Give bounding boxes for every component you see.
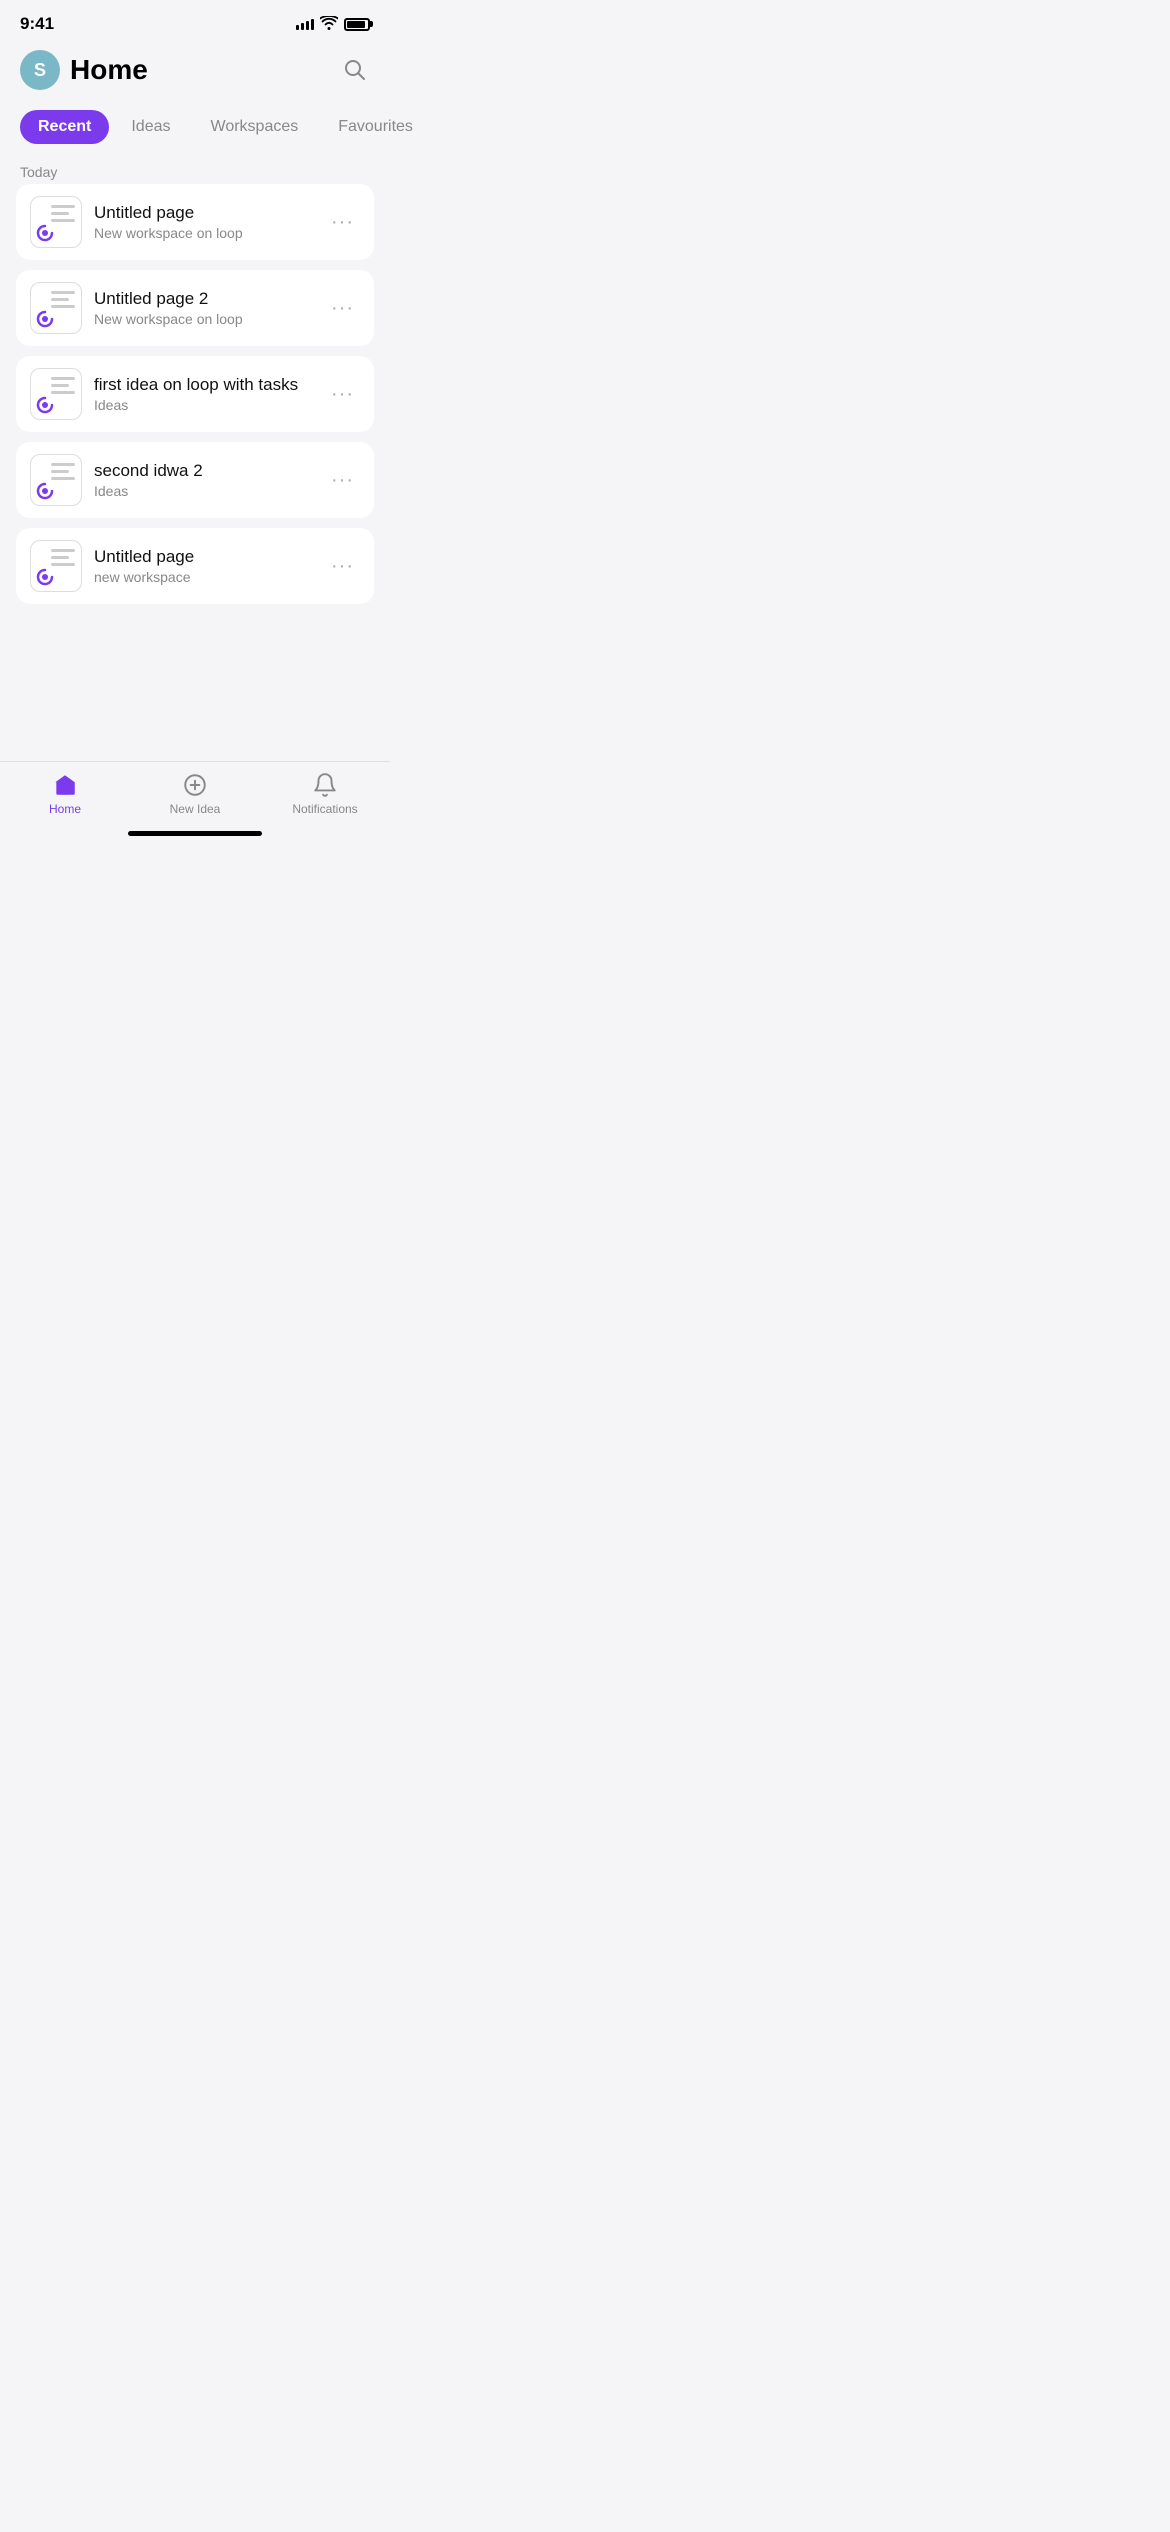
item-title: second idwa 2 bbox=[94, 461, 313, 481]
item-subtitle: New workspace on loop bbox=[94, 311, 313, 327]
avatar[interactable]: S bbox=[20, 50, 60, 90]
more-button[interactable]: ··· bbox=[325, 379, 360, 410]
item-icon bbox=[30, 540, 82, 592]
page-title: Home bbox=[70, 54, 148, 86]
new-idea-icon bbox=[182, 772, 208, 798]
status-bar: 9:41 bbox=[0, 0, 390, 42]
signal-icon bbox=[296, 19, 314, 30]
list-item[interactable]: Untitled page New workspace on loop ··· bbox=[16, 184, 374, 260]
tabs-bar: Recent Ideas Workspaces Favourites bbox=[0, 102, 390, 156]
more-button[interactable]: ··· bbox=[325, 207, 360, 238]
home-indicator bbox=[128, 831, 262, 836]
item-subtitle: New workspace on loop bbox=[94, 225, 313, 241]
item-content: first idea on loop with tasks Ideas bbox=[94, 375, 313, 413]
item-subtitle: new workspace bbox=[94, 569, 313, 585]
item-content: Untitled page new workspace bbox=[94, 547, 313, 585]
item-title: first idea on loop with tasks bbox=[94, 375, 313, 395]
tab-workspaces[interactable]: Workspaces bbox=[193, 110, 317, 144]
item-title: Untitled page bbox=[94, 203, 313, 223]
tab-ideas[interactable]: Ideas bbox=[113, 110, 188, 144]
home-icon bbox=[52, 772, 78, 798]
item-icon bbox=[30, 454, 82, 506]
item-subtitle: Ideas bbox=[94, 397, 313, 413]
more-button[interactable]: ··· bbox=[325, 551, 360, 582]
status-icons bbox=[296, 16, 370, 33]
battery-icon bbox=[344, 18, 370, 31]
list-item[interactable]: Untitled page 2 New workspace on loop ··… bbox=[16, 270, 374, 346]
section-today: Today bbox=[0, 156, 390, 184]
nav-notifications-label: Notifications bbox=[292, 802, 357, 816]
nav-new-idea-label: New Idea bbox=[170, 802, 221, 816]
nav-new-idea[interactable]: New Idea bbox=[155, 772, 235, 816]
item-content: Untitled page New workspace on loop bbox=[94, 203, 313, 241]
list-item[interactable]: second idwa 2 Ideas ··· bbox=[16, 442, 374, 518]
tab-favourites[interactable]: Favourites bbox=[320, 110, 431, 144]
item-icon bbox=[30, 196, 82, 248]
status-time: 9:41 bbox=[20, 14, 54, 34]
wifi-icon bbox=[320, 16, 338, 33]
more-button[interactable]: ··· bbox=[325, 293, 360, 324]
item-icon bbox=[30, 368, 82, 420]
item-icon bbox=[30, 282, 82, 334]
tab-recent[interactable]: Recent bbox=[20, 110, 109, 144]
nav-home[interactable]: Home bbox=[25, 772, 105, 816]
more-button[interactable]: ··· bbox=[325, 465, 360, 496]
items-list: Untitled page New workspace on loop ··· bbox=[0, 184, 390, 604]
list-item[interactable]: first idea on loop with tasks Ideas ··· bbox=[16, 356, 374, 432]
bell-icon bbox=[312, 772, 338, 798]
item-title: Untitled page bbox=[94, 547, 313, 567]
header: S Home bbox=[0, 42, 390, 102]
item-subtitle: Ideas bbox=[94, 483, 313, 499]
nav-home-label: Home bbox=[49, 802, 81, 816]
search-icon bbox=[342, 57, 366, 81]
header-left: S Home bbox=[20, 50, 148, 90]
nav-notifications[interactable]: Notifications bbox=[285, 772, 365, 816]
item-title: Untitled page 2 bbox=[94, 289, 313, 309]
item-content: Untitled page 2 New workspace on loop bbox=[94, 289, 313, 327]
list-item[interactable]: Untitled page new workspace ··· bbox=[16, 528, 374, 604]
search-button[interactable] bbox=[338, 53, 370, 88]
item-content: second idwa 2 Ideas bbox=[94, 461, 313, 499]
